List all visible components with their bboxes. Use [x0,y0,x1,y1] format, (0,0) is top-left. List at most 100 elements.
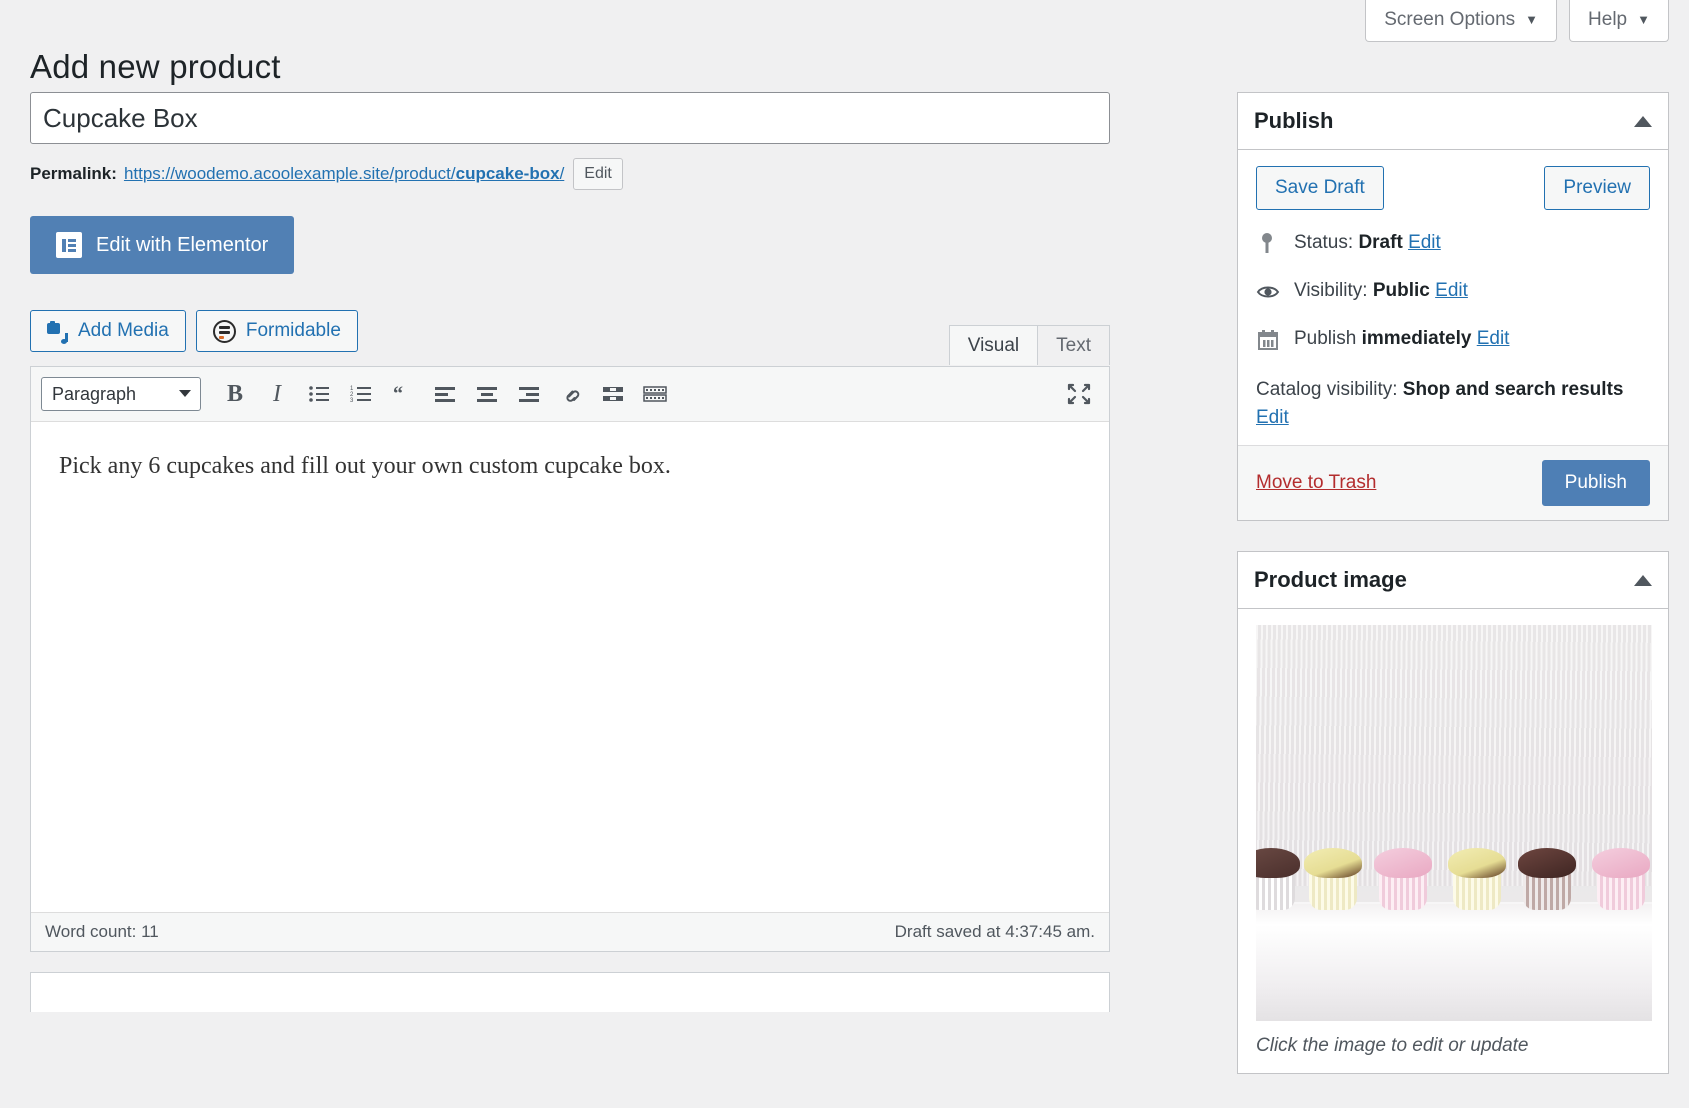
publish-metabox: Publish Save Draft Preview Status: Draft… [1237,92,1669,522]
product-image-wrap [1238,609,1668,1022]
cupcake [1448,848,1506,911]
wordpress-admin-screen: Screen Options ▼ Help ▼ Add new product … [0,0,1689,1108]
preview-button[interactable]: Preview [1544,166,1650,210]
insert-link-icon[interactable] [551,375,591,413]
add-media-label: Add Media [78,320,169,342]
permalink-edit-button[interactable]: Edit [573,158,623,191]
catalog-visibility-row: Catalog visibility: Shop and search resu… [1256,376,1650,431]
editor-toolbar: Paragraph B I 1 2 3 “ [31,367,1109,423]
product-image-caption: Click the image to edit or update [1256,1035,1529,1057]
publish-metabox-title: Publish [1254,108,1334,133]
catalog-visibility-label: Catalog visibility: [1256,379,1398,400]
align-center-icon[interactable] [467,375,507,413]
main-content-column: Permalink: https://woodemo.acoolexample.… [30,92,1110,1013]
catalog-visibility-value: Shop and search results [1402,379,1624,400]
add-media-icon [47,320,68,344]
permalink-url-prefix: https://woodemo.acoolexample.site/produc… [123,164,456,184]
publish-metabox-header: Publish [1238,93,1668,150]
status-text: Status: Draft Edit [1294,232,1441,254]
editor-status-bar: Word count: 11 Draft saved at 4:37:45 am… [31,912,1109,952]
cupcake [1256,848,1300,911]
chevron-up-icon[interactable] [1634,574,1652,586]
edit-with-elementor-button[interactable]: Edit with Elementor [30,216,295,275]
chevron-down-icon: ▼ [1637,11,1650,27]
screen-options-button[interactable]: Screen Options ▼ [1365,0,1558,42]
editor-mode-tabs: Visual Text [948,325,1110,366]
visibility-label: Visibility: [1294,280,1368,301]
cupcake [1374,848,1432,911]
editor-content-area[interactable]: Pick any 6 cupcakes and fill out your ow… [31,422,1109,913]
product-image-metabox-header: Product image [1238,552,1668,610]
editor-paragraph: Pick any 6 cupcakes and fill out your ow… [59,453,671,480]
product-image-metabox: Product image Click the image to edit or… [1237,551,1669,1075]
page-title: Add new product [30,48,281,86]
product-title-input[interactable] [30,92,1110,144]
product-featured-image[interactable] [1256,625,1652,1022]
pin-icon [1256,232,1282,258]
status-edit-link[interactable]: Edit [1408,232,1441,253]
fullscreen-icon[interactable] [1059,375,1099,413]
chevron-down-icon: ▼ [1525,11,1539,27]
visibility-edit-link[interactable]: Edit [1435,280,1468,301]
svg-text:3: 3 [350,398,354,404]
paragraph-format-select-wrap: Paragraph [41,377,201,412]
cupcake [1592,848,1650,911]
bold-icon[interactable]: B [215,375,255,413]
status-value: Draft [1358,232,1403,253]
help-label: Help [1588,8,1628,30]
svg-text:“: “ [393,384,403,404]
help-button[interactable]: Help ▼ [1569,0,1669,42]
paragraph-format-select[interactable]: Paragraph [41,377,201,412]
cupcake [1518,848,1576,911]
align-right-icon[interactable] [509,375,549,413]
draft-saved-status: Draft saved at 4:37:45 am. [894,922,1095,942]
publish-actions-row: Save Draft Preview [1256,166,1650,210]
publish-date-row: Publish immediately Edit [1256,328,1650,354]
chevron-up-icon[interactable] [1634,115,1652,127]
tab-visual[interactable]: Visual [948,325,1039,366]
blockquote-icon[interactable]: “ [383,375,423,413]
tab-text[interactable]: Text [1037,325,1110,366]
read-more-icon[interactable] [593,375,633,413]
publish-date-value: immediately [1361,328,1472,349]
publish-date-edit-link[interactable]: Edit [1477,328,1510,349]
publish-button[interactable]: Publish [1541,460,1650,507]
save-draft-button[interactable]: Save Draft [1256,166,1384,210]
formidable-button[interactable]: Formidable [195,310,358,353]
elementor-icon [56,232,82,259]
product-image-metabox-title: Product image [1254,567,1407,593]
catalog-visibility-edit-link[interactable]: Edit [1256,404,1289,432]
move-to-trash-link[interactable]: Move to Trash [1256,472,1376,494]
formidable-icon [212,319,236,343]
eye-icon [1256,280,1282,306]
visibility-row: Visibility: Public Edit [1256,280,1650,306]
visibility-text: Visibility: Public Edit [1294,280,1468,302]
cupcake [1304,848,1362,911]
publish-metabox-body: Save Draft Preview Status: Draft Edit Vi… [1238,150,1668,445]
permalink-url-suffix: / [559,164,565,184]
permalink-link[interactable]: https://woodemo.acoolexample.site/produc… [124,164,564,184]
bulleted-list-icon[interactable] [299,375,339,413]
calendar-icon [1256,328,1282,354]
next-metabox-placeholder [30,972,1110,1013]
screen-meta-links: Screen Options ▼ Help ▼ [1365,0,1669,42]
numbered-list-icon[interactable]: 1 2 3 [341,375,381,413]
permalink-slug: cupcake-box [455,164,560,184]
permalink-label: Permalink: [30,164,117,184]
sidebar-column: Publish Save Draft Preview Status: Draft… [1237,92,1669,1104]
editor-box: Paragraph B I 1 2 3 “ Pick any 6 cupcake… [30,366,1110,953]
photo-shelf [1256,902,1652,1022]
publish-metabox-footer: Move to Trash Publish [1238,445,1668,521]
italic-icon[interactable]: I [257,375,297,413]
publish-date-text: Publish immediately Edit [1294,328,1509,350]
screen-options-label: Screen Options [1384,8,1516,30]
status-label: Status: [1294,232,1354,253]
formidable-label: Formidable [245,320,341,342]
toolbar-toggle-icon[interactable] [635,375,675,413]
edit-with-elementor-label: Edit with Elementor [96,233,269,256]
word-count: Word count: 11 [45,922,159,942]
align-left-icon[interactable] [425,375,465,413]
add-media-button[interactable]: Add Media [30,310,186,353]
visibility-value: Public [1372,280,1430,301]
permalink-row: Permalink: https://woodemo.acoolexample.… [30,158,1110,191]
